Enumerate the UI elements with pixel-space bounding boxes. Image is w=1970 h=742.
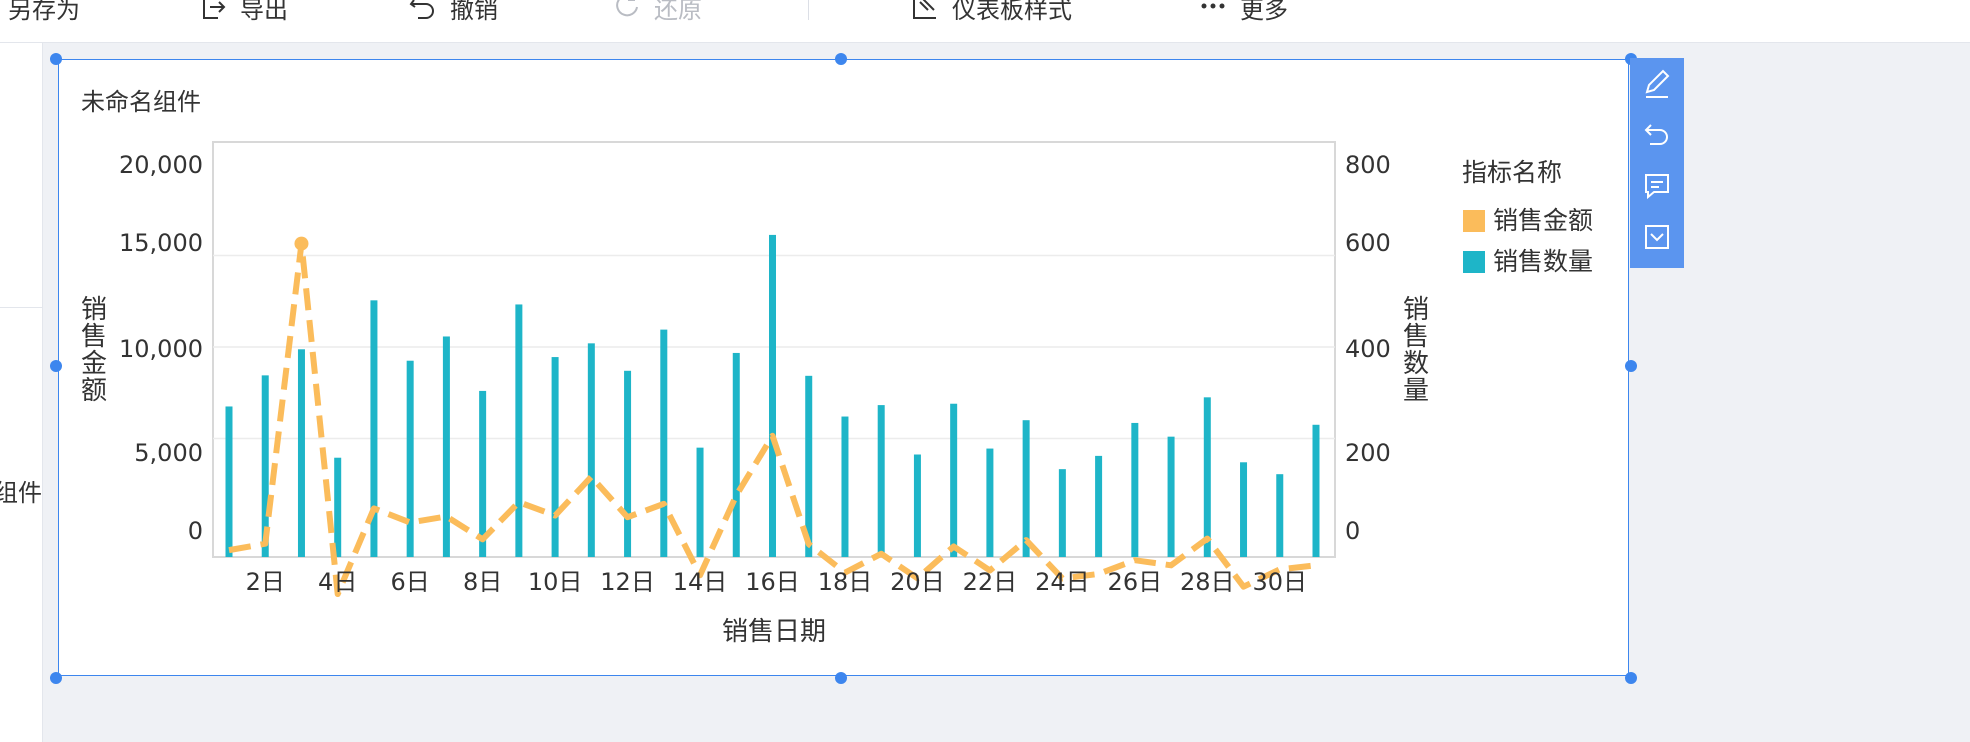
left-tick-label: 5,000 xyxy=(134,439,203,467)
x-tick-label: 14日 xyxy=(673,568,728,596)
bar xyxy=(1131,422,1139,557)
bar xyxy=(1312,424,1320,557)
bar xyxy=(334,457,342,557)
legend-swatch-amount xyxy=(1463,210,1485,232)
left-axis-title-char: 销 xyxy=(81,295,107,325)
legend-swatch-quantity xyxy=(1463,251,1485,273)
x-tick-label: 20日 xyxy=(890,568,945,596)
bar xyxy=(515,304,523,557)
bar xyxy=(696,447,704,557)
right-tick-label: 400 xyxy=(1345,335,1391,363)
left-axis-title-char: 售 xyxy=(81,322,107,352)
bar xyxy=(406,360,414,557)
right-axis-title-char: 数 xyxy=(1403,349,1429,379)
bar xyxy=(551,357,559,557)
x-tick-label: 12日 xyxy=(600,568,655,596)
bar xyxy=(1276,474,1284,557)
bar xyxy=(732,352,740,557)
legend: 指标名称 销售金额 销售数量 xyxy=(1462,158,1593,276)
bar xyxy=(950,403,958,557)
bar xyxy=(479,390,487,557)
bar xyxy=(1058,469,1066,557)
x-tick-label: 8日 xyxy=(463,568,502,596)
x-tick-label: 22日 xyxy=(963,568,1018,596)
x-tick-label: 28日 xyxy=(1180,568,1235,596)
combo-chart: 20,000 15,000 10,000 5,000 0 800 600 400 200 0 2… xyxy=(81,141,1593,647)
bar xyxy=(624,370,632,557)
legend-title: 指标名称 xyxy=(1462,158,1562,187)
left-tick-label: 10,000 xyxy=(119,335,203,363)
bar xyxy=(877,405,885,557)
bar xyxy=(1203,397,1211,557)
line-point-peak xyxy=(294,236,309,251)
bar xyxy=(769,234,776,557)
right-tick-label: 800 xyxy=(1345,151,1391,179)
bar xyxy=(841,416,849,557)
bar xyxy=(1095,455,1103,557)
left-axis-title-char: 金 xyxy=(81,349,107,379)
legend-item-amount[interactable]: 销售金额 xyxy=(1493,206,1593,235)
right-tick-label: 600 xyxy=(1345,229,1391,257)
x-tick-label: 18日 xyxy=(818,568,873,596)
bar xyxy=(1240,462,1248,557)
bar xyxy=(442,336,450,557)
left-tick-label: 0 xyxy=(188,517,203,545)
left-tick-label: 15,000 xyxy=(119,229,203,257)
left-tick-label: 20,000 xyxy=(119,151,203,179)
legend-item-quantity[interactable]: 销售数量 xyxy=(1493,247,1593,276)
bar xyxy=(913,454,921,557)
right-tick-label: 200 xyxy=(1345,439,1391,467)
x-tick-label: 24日 xyxy=(1035,568,1090,596)
bar xyxy=(297,349,305,557)
x-axis-ticks: 2日 4日 6日 8日 10日 12日 14日 16日 18日 20日 22日 24日 26日 28日 30… xyxy=(246,568,1307,596)
right-tick-label: 0 xyxy=(1345,517,1360,545)
x-tick-label: 30日 xyxy=(1252,568,1307,596)
right-axis-ticks: 800 600 400 200 0 xyxy=(1345,151,1391,545)
bar xyxy=(1167,436,1175,557)
x-tick-label: 16日 xyxy=(745,568,800,596)
right-axis-title-char: 量 xyxy=(1403,376,1429,406)
left-axis-ticks: 20,000 15,000 10,000 5,000 0 xyxy=(119,151,203,545)
left-axis-title: 销售金额 xyxy=(81,295,107,406)
bar xyxy=(986,448,994,557)
x-tick-label: 2日 xyxy=(246,568,285,596)
left-axis-title-char: 额 xyxy=(81,376,107,406)
right-axis-title-char: 销 xyxy=(1403,295,1429,325)
x-tick-label: 10日 xyxy=(528,568,583,596)
x-tick-label: 6日 xyxy=(391,568,430,596)
bar xyxy=(1022,420,1030,557)
bar xyxy=(225,406,233,557)
x-tick-label: 4日 xyxy=(318,568,357,596)
bar xyxy=(587,343,595,557)
right-axis-title: 销售数量 xyxy=(1403,295,1429,406)
line-points xyxy=(294,236,309,251)
bar xyxy=(660,329,668,557)
x-tick-label: 26日 xyxy=(1108,568,1163,596)
right-axis-title-char: 售 xyxy=(1403,322,1429,352)
x-axis-title: 销售日期 xyxy=(722,617,826,647)
